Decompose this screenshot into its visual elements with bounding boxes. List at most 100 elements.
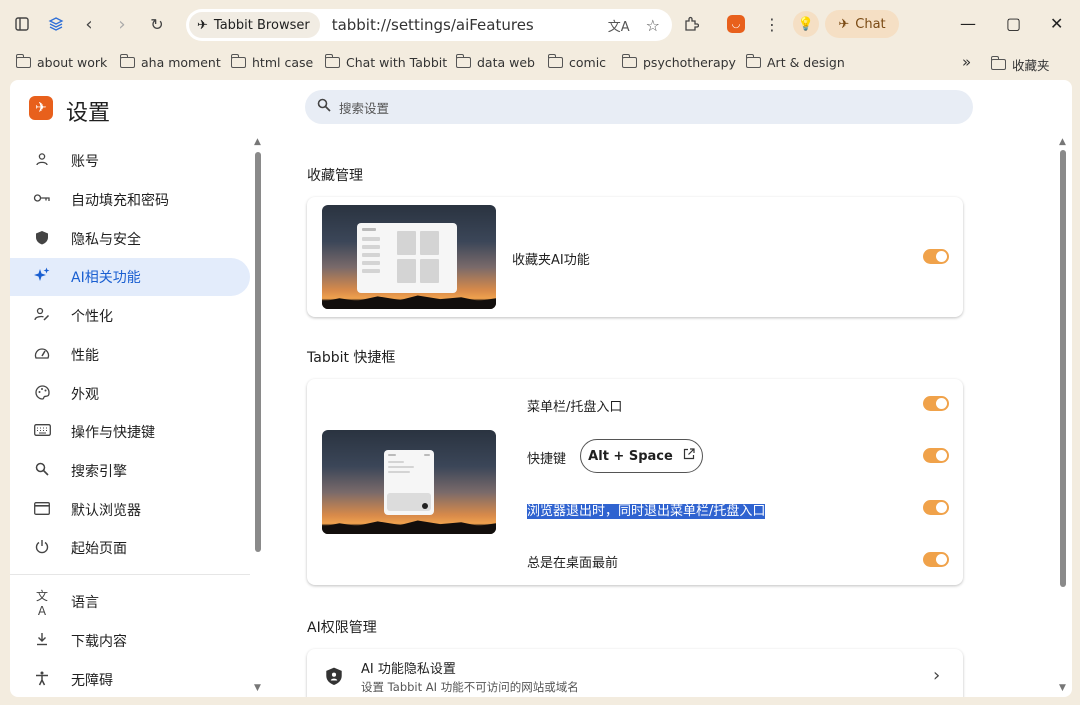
mini-window <box>357 223 457 293</box>
bookmark-label: data web <box>477 55 535 70</box>
settings-search-bar[interactable]: 搜索设置 <box>305 90 973 124</box>
scroll-down-arrow-icon[interactable]: ▼ <box>1059 683 1066 693</box>
folder-icon <box>15 54 31 68</box>
bookmarks-overflow-button[interactable]: » <box>962 53 971 71</box>
hotkey-button[interactable]: Alt + Space <box>580 439 703 473</box>
always-on-top-label: 总是在桌面最前 <box>527 556 619 571</box>
selected-text: 浏览器退出时，同时退出菜单栏/托盘入口 <box>527 504 766 519</box>
keyboard-icon <box>33 424 51 440</box>
bookmark-folder[interactable]: psychotherapy <box>621 54 736 70</box>
bookmark-folder[interactable]: aha moment <box>119 54 221 70</box>
url-text[interactable]: tabbit://settings/aiFeatures <box>332 16 534 34</box>
folder-icon <box>119 54 135 68</box>
sidebar-item-label: AI相关功能 <box>71 270 141 286</box>
sidebar-item-privacy[interactable]: 隐私与安全 <box>10 220 250 258</box>
sidebar-item-personalize[interactable]: 个性化 <box>10 297 250 335</box>
always-on-top-toggle[interactable] <box>923 552 949 567</box>
person-icon <box>33 152 51 170</box>
favorites-preview-image <box>322 205 496 309</box>
favorites-card: 收藏夹AI功能 <box>307 197 963 317</box>
lightbulb-icon[interactable]: 💡 <box>793 11 819 37</box>
bookmarks-folder-right[interactable]: 收藏夹 <box>990 55 1050 74</box>
search-placeholder: 搜索设置 <box>339 100 390 116</box>
chevron-right-icon[interactable]: › <box>933 665 940 686</box>
chat-button[interactable]: ✈ Chat <box>825 10 899 38</box>
forward-icon[interactable]: › <box>108 10 136 38</box>
folder-icon <box>455 54 471 68</box>
close-icon[interactable]: ✕ <box>1050 14 1063 33</box>
address-bar[interactable]: ✈ Tabbit Browser tabbit://settings/aiFea… <box>186 9 672 41</box>
sidebar-item-label: 自动填充和密码 <box>71 193 169 209</box>
bookmark-folder[interactable]: html case <box>230 54 314 70</box>
sidebar-item-performance[interactable]: 性能 <box>10 336 250 374</box>
chat-label: Chat <box>855 16 886 32</box>
ai-privacy-card[interactable]: AI 功能隐私设置 设置 Tabbit AI 功能不可访问的网站或域名 › <box>307 649 963 697</box>
extensions-icon[interactable] <box>677 10 705 38</box>
bookmark-folder[interactable]: data web <box>455 54 535 70</box>
scroll-down-arrow-icon[interactable]: ▼ <box>254 683 261 693</box>
sidebar-item-language[interactable]: 文A 语言 <box>10 583 250 621</box>
bookmark-label: html case <box>252 55 314 70</box>
scroll-up-arrow-icon[interactable]: ▲ <box>1059 137 1066 147</box>
sidebar-item-label: 无障碍 <box>71 673 113 689</box>
sidebar-item-label: 起始页面 <box>71 541 127 557</box>
more-menu-icon[interactable]: ⋮ <box>758 10 786 38</box>
bookmark-folder[interactable]: Chat with Tabbit <box>324 54 448 70</box>
translate-icon[interactable]: 文A <box>608 16 630 35</box>
scroll-up-arrow-icon[interactable]: ▲ <box>254 137 261 147</box>
palette-icon <box>33 384 51 404</box>
sidebar-item-label: 外观 <box>71 387 99 403</box>
ai-privacy-title: AI 功能隐私设置 <box>361 662 456 677</box>
sidebar-item-startup[interactable]: 起始页面 <box>10 529 250 567</box>
section-title-quickbox: Tabbit 快捷框 <box>307 350 396 366</box>
sidebar-item-downloads[interactable]: 下载内容 <box>10 622 250 660</box>
folder-icon <box>745 54 761 68</box>
hotkey-toggle[interactable] <box>923 448 949 463</box>
tab-chip-label: Tabbit Browser <box>213 17 310 33</box>
sidebar-item-label: 搜索引擎 <box>71 464 127 480</box>
favorites-ai-toggle[interactable] <box>923 249 949 264</box>
sidebar-item-label: 操作与快捷键 <box>71 425 155 441</box>
bookmark-label: aha moment <box>141 55 221 70</box>
key-icon <box>33 192 51 208</box>
back-icon[interactable]: ‹ <box>75 10 103 38</box>
ai-privacy-subtitle: 设置 Tabbit AI 功能不可访问的网站或域名 <box>361 680 579 694</box>
search-icon <box>317 98 331 116</box>
person-edit-icon <box>33 307 51 325</box>
bookmark-label: 收藏夹 <box>1012 58 1050 73</box>
sidebar-item-label: 性能 <box>71 348 99 364</box>
bookmark-folder[interactable]: comic <box>547 54 606 70</box>
sidebar-toggle-icon[interactable] <box>8 10 36 38</box>
download-icon <box>33 632 51 650</box>
tabbit-logo-icon: ✈ <box>29 96 53 120</box>
bookmark-folder[interactable]: about work <box>15 54 107 70</box>
folder-icon <box>324 54 340 68</box>
reload-icon[interactable]: ↻ <box>143 10 171 38</box>
bookmark-folder[interactable]: Art & design <box>745 54 845 70</box>
maximize-icon[interactable]: ▢ <box>1006 14 1021 33</box>
tab-chip[interactable]: ✈ Tabbit Browser <box>189 12 320 38</box>
content-scrollbar[interactable] <box>1060 150 1066 587</box>
settings-sidebar: ✈ 设置 ▲ ▼ 账号 自动填充和密码 隐私与安全 AI相关功能 个性化 性能 … <box>10 80 265 697</box>
sidebar-item-account[interactable]: 账号 <box>10 142 250 180</box>
sidebar-item-shortcuts[interactable]: 操作与快捷键 <box>10 413 250 451</box>
sidebar-item-label: 个性化 <box>71 309 113 325</box>
star-icon[interactable]: ☆ <box>646 16 660 35</box>
open-external-icon <box>683 448 695 464</box>
sidebar-item-autofill[interactable]: 自动填充和密码 <box>10 181 250 219</box>
sidebar-item-accessibility[interactable]: 无障碍 <box>10 661 250 697</box>
folder-icon <box>547 54 563 68</box>
sidebar-item-search-engine[interactable]: 搜索引擎 <box>10 452 250 490</box>
menubar-entry-toggle[interactable] <box>923 396 949 411</box>
sidebar-scrollbar[interactable] <box>255 152 261 552</box>
fox-extension-icon[interactable]: ◡ <box>722 10 750 38</box>
sidebar-item-appearance[interactable]: 外观 <box>10 375 250 413</box>
sidebar-item-default-browser[interactable]: 默认浏览器 <box>10 491 250 529</box>
sidebar-divider <box>10 574 250 575</box>
bookmark-label: Chat with Tabbit <box>346 55 448 70</box>
sidebar-item-ai-features[interactable]: AI相关功能 <box>10 258 250 296</box>
exit-with-browser-toggle[interactable] <box>923 500 949 515</box>
layers-icon[interactable] <box>42 10 70 38</box>
bookmark-label: Art & design <box>767 55 845 70</box>
minimize-icon[interactable]: — <box>960 14 976 33</box>
